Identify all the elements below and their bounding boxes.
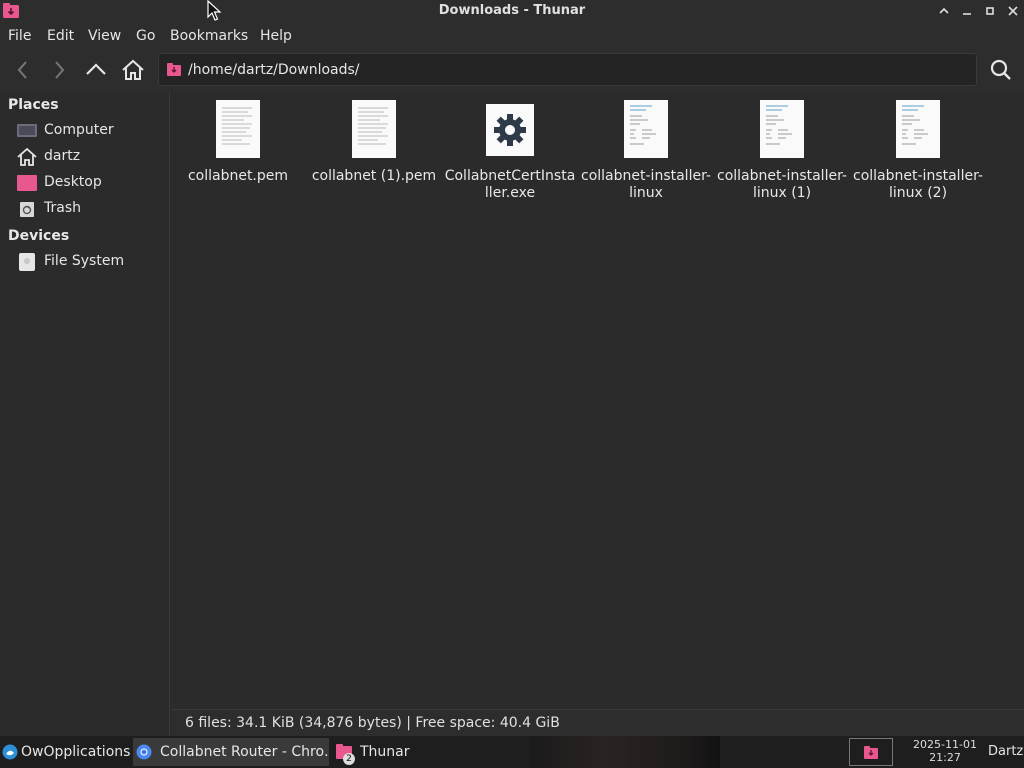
up-button[interactable] — [81, 54, 111, 86]
title-bar: Downloads - Thunar — [0, 0, 1024, 22]
pink-folder-icon — [864, 745, 878, 759]
menu-edit[interactable]: Edit — [47, 28, 74, 44]
script-document-icon — [624, 100, 668, 158]
file-name: collabnet (1).pem — [311, 168, 437, 184]
file-item[interactable]: collabnet-installer-linux (2) — [852, 96, 984, 206]
file-item[interactable]: collabnet.pem — [172, 96, 304, 206]
toolbar: /home/dartz/Downloads/ — [0, 50, 1024, 92]
file-item[interactable]: collabnet (1).pem — [308, 96, 440, 206]
up-arrow-icon — [86, 63, 106, 75]
forward-button[interactable] — [44, 54, 74, 86]
sidebar-item-file-system[interactable]: File System — [0, 249, 169, 275]
wallpaper-strip — [530, 736, 720, 768]
applications-menu-button[interactable]: OwOpplications — [2, 738, 130, 766]
menu-view[interactable]: View — [88, 28, 121, 44]
close-icon — [1008, 6, 1018, 16]
sidebar-item-label: dartz — [44, 148, 81, 164]
places-header: Places — [8, 97, 59, 113]
file-item[interactable]: CollabnetCertInstaller.exe — [444, 96, 576, 206]
back-arrow-icon — [17, 61, 27, 79]
close-button[interactable] — [1004, 2, 1022, 20]
computer-icon — [17, 124, 37, 137]
menu-go[interactable]: Go — [136, 28, 155, 44]
sidebar-item-label: Computer — [44, 122, 114, 138]
maximize-button[interactable] — [935, 2, 953, 20]
status-bar: 6 files: 34.1 KiB (34,876 bytes) | Free … — [171, 709, 1024, 736]
file-name: collabnet-installer-linux (2) — [853, 168, 983, 201]
sidebar-item-computer[interactable]: Computer — [0, 118, 169, 144]
sidebar-item-label: Desktop — [44, 174, 102, 190]
task-chrome[interactable]: Collabnet Router - Chro… — [133, 738, 329, 766]
script-document-icon — [760, 100, 804, 158]
gear-executable-icon — [486, 104, 534, 156]
file-name: CollabnetCertInstaller.exe — [444, 168, 576, 201]
sidebar-item-dartz[interactable]: dartz — [0, 144, 169, 170]
file-name: collabnet.pem — [187, 168, 289, 184]
sidebar-item-desktop[interactable]: Desktop — [0, 170, 169, 196]
chrome-icon — [136, 744, 152, 760]
thunar-folder-icon: 2 — [336, 744, 355, 765]
file-name: collabnet-installer-linux (1) — [717, 168, 847, 201]
clock-time: 21:27 — [929, 751, 961, 764]
forward-arrow-icon — [55, 61, 65, 79]
file-item[interactable]: collabnet-installer-linux — [580, 96, 712, 206]
home-icon — [122, 59, 144, 80]
mouse-cursor-icon — [207, 0, 222, 21]
search-icon — [990, 59, 1011, 80]
location-path: /home/dartz/Downloads/ — [188, 62, 360, 78]
search-button[interactable] — [986, 54, 1016, 86]
menu-bookmarks[interactable]: Bookmarks — [170, 28, 248, 44]
text-document-icon — [352, 100, 396, 158]
sidebar-item-label: Trash — [44, 200, 81, 216]
file-name: collabnet-installer-linux — [581, 168, 711, 201]
trash-icon — [20, 202, 34, 217]
sidebar-item-label: File System — [44, 253, 125, 269]
menu-bar: File Edit View Go Bookmarks Help — [0, 22, 1024, 50]
restore-icon — [986, 7, 994, 15]
restore-button[interactable] — [981, 2, 999, 20]
menu-file[interactable]: File — [8, 28, 31, 44]
taskbar: OwOpplications Collabnet Router - Chro… … — [0, 736, 1024, 768]
workspace-switcher[interactable] — [849, 738, 893, 766]
menu-help[interactable]: Help — [260, 28, 292, 44]
task-label: Thunar — [360, 744, 410, 760]
minimize-button[interactable] — [958, 2, 976, 20]
script-document-icon — [896, 100, 940, 158]
pink-folder-icon — [167, 63, 181, 76]
clock[interactable]: 2025-11-01 21:27 — [902, 738, 988, 764]
back-button[interactable] — [8, 54, 38, 86]
devices-header: Devices — [8, 228, 70, 244]
location-bar[interactable]: /home/dartz/Downloads/ — [158, 53, 977, 86]
file-view: collabnet.pem collabnet (1).pem Collabne… — [171, 92, 1024, 709]
clock-date: 2025-11-01 — [913, 738, 977, 751]
task-label: Collabnet Router - Chro… — [160, 744, 329, 760]
sidebar-item-trash[interactable]: Trash — [0, 196, 169, 222]
home-button[interactable] — [118, 54, 148, 86]
desktop-folder-icon — [17, 175, 37, 191]
minimize-icon — [963, 13, 971, 15]
window-count-badge: 2 — [343, 753, 355, 765]
xfce-mouse-icon — [2, 744, 18, 760]
task-thunar[interactable]: 2 Thunar — [336, 738, 446, 766]
file-item[interactable]: collabnet-installer-linux (1) — [716, 96, 848, 206]
window-title: Downloads - Thunar — [438, 3, 586, 18]
text-document-icon — [216, 100, 260, 158]
drive-icon — [19, 253, 35, 271]
user-name[interactable]: Dartz — [988, 744, 1023, 759]
applications-menu-label: OwOpplications — [21, 744, 130, 760]
home-icon — [17, 148, 37, 166]
chevron-up-icon — [939, 7, 949, 14]
status-text: 6 files: 34.1 KiB (34,876 bytes) | Free … — [185, 715, 560, 731]
sidebar: Places Computer dartz Desktop Trash Devi… — [0, 92, 170, 736]
